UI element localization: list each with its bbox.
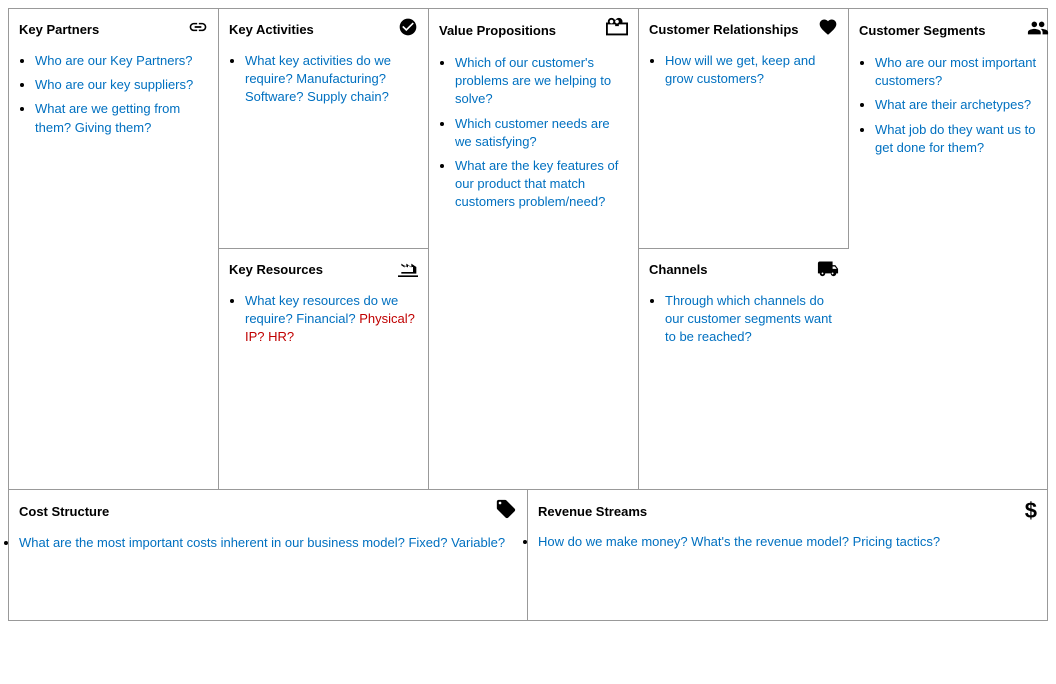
key-activities-list: What key activities do we require? Manuf… <box>229 52 418 107</box>
key-resources-title: Key Resources <box>229 262 323 277</box>
revenue-streams-list: How do we make money? What's the revenue… <box>538 534 1037 549</box>
key-resources-header: Key Resources <box>229 257 418 282</box>
customer-segments-list: Who are our most important customers? Wh… <box>859 54 1049 157</box>
key-activities-icon <box>398 17 418 42</box>
list-item: How do we make money? What's the revenue… <box>538 534 1037 549</box>
key-partners-icon <box>188 17 208 42</box>
key-partners-title: Key Partners <box>19 22 99 37</box>
business-model-canvas: Key Partners Who are our Key Partners? W… <box>8 8 1048 621</box>
key-resources-cell: Key Resources What key resources do we r… <box>219 249 429 489</box>
cost-structure-header: Cost Structure <box>19 498 517 525</box>
channels-icon <box>817 257 839 282</box>
list-item: Who are our key suppliers? <box>35 76 208 94</box>
revenue-streams-title: Revenue Streams <box>538 504 647 519</box>
list-item: What key activities do we require? Manuf… <box>245 52 418 107</box>
value-propositions-title: Value Propositions <box>439 23 556 38</box>
channels-cell: Channels Through which channels do our c… <box>639 249 849 489</box>
customer-segments-cell: Customer Segments Who are our most impor… <box>849 9 1056 489</box>
customer-relationships-header: Customer Relationships <box>649 17 838 42</box>
revenue-streams-header: Revenue Streams $ <box>538 498 1037 524</box>
cost-structure-list: What are the most important costs inhere… <box>19 535 517 550</box>
cost-structure-icon <box>495 498 517 525</box>
key-activities-title: Key Activities <box>229 22 314 37</box>
cost-structure-title: Cost Structure <box>19 504 109 519</box>
list-item: What are the most important costs inhere… <box>19 535 517 550</box>
key-resources-list: What key resources do we require? Financ… <box>229 292 418 347</box>
value-propositions-header: Value Propositions <box>439 17 628 44</box>
list-item: What key resources do we require? Financ… <box>245 292 418 347</box>
list-item: What are the key features of our product… <box>455 157 628 212</box>
customer-segments-icon <box>1027 17 1049 44</box>
list-item: What are we getting from them? Giving th… <box>35 100 208 136</box>
cost-structure-cell: Cost Structure What are the most importa… <box>9 490 528 620</box>
list-item: What are their archetypes? <box>875 96 1049 114</box>
key-partners-list: Who are our Key Partners? Who are our ke… <box>19 52 208 137</box>
value-propositions-list: Which of our customer's problems are we … <box>439 54 628 212</box>
customer-relationships-cell: Customer Relationships How will we get, … <box>639 9 849 249</box>
customer-segments-header: Customer Segments <box>859 17 1049 44</box>
value-propositions-cell: Value Propositions Which of our customer… <box>429 9 639 489</box>
list-item: What job do they want us to get done for… <box>875 121 1049 157</box>
key-resources-icon <box>398 257 418 282</box>
channels-list: Through which channels do our customer s… <box>649 292 839 347</box>
customer-relationships-title: Customer Relationships <box>649 22 799 37</box>
list-item: Who are our most important customers? <box>875 54 1049 90</box>
revenue-streams-cell: Revenue Streams $ How do we make money? … <box>528 490 1047 620</box>
list-item: How will we get, keep and grow customers… <box>665 52 838 88</box>
top-grid: Key Partners Who are our Key Partners? W… <box>9 9 1047 490</box>
bottom-grid: Cost Structure What are the most importa… <box>9 490 1047 620</box>
customer-relationships-list: How will we get, keep and grow customers… <box>649 52 838 88</box>
key-partners-header: Key Partners <box>19 17 208 42</box>
list-item: Who are our Key Partners? <box>35 52 208 70</box>
key-activities-cell: Key Activities What key activities do we… <box>219 9 429 249</box>
list-item: Through which channels do our customer s… <box>665 292 839 347</box>
list-item: Which of our customer's problems are we … <box>455 54 628 109</box>
key-activities-header: Key Activities <box>229 17 418 42</box>
customer-segments-title: Customer Segments <box>859 23 985 38</box>
list-item: Which customer needs are we satisfying? <box>455 115 628 151</box>
customer-relationships-icon <box>818 17 838 42</box>
revenue-streams-icon: $ <box>1025 498 1037 524</box>
channels-title: Channels <box>649 262 708 277</box>
key-partners-cell: Key Partners Who are our Key Partners? W… <box>9 9 219 489</box>
channels-header: Channels <box>649 257 839 282</box>
value-propositions-icon <box>606 17 628 44</box>
